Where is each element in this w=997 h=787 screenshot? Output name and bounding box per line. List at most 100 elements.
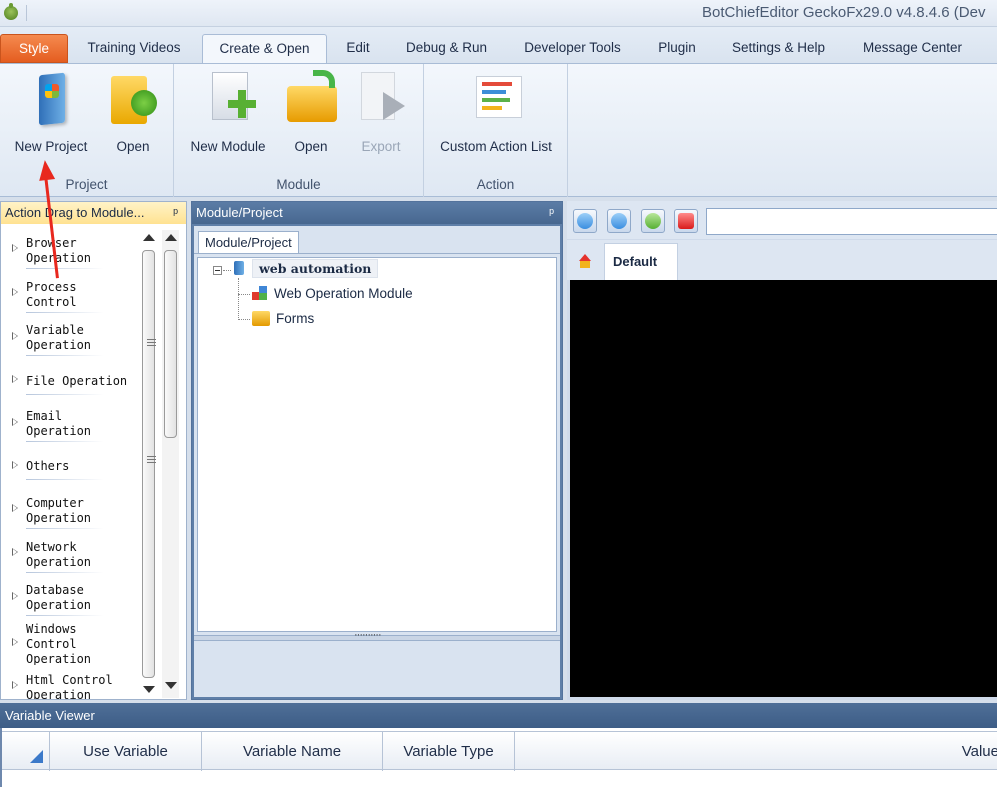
scroll-up-arrow-icon[interactable] [143,234,155,241]
open-module-button[interactable]: Open [282,68,340,154]
scroll-thumb[interactable] [142,250,156,678]
action-category-database-operation[interactable]: Database Operation [26,583,91,613]
action-category-process-control[interactable]: Process Control [26,280,77,310]
action-category-browser-operation[interactable]: Browser Operation [26,236,91,266]
annotation-arrow-head-icon [36,159,56,181]
back-button[interactable] [573,209,597,233]
expand-arrow-icon[interactable] [12,681,18,689]
browser-home-icon[interactable] [578,254,592,268]
project-icon [234,261,244,275]
export-button[interactable]: Export [352,68,410,154]
action-category-windows-control-operation[interactable]: Windows Control Operation [26,622,91,665]
action-category-variable-operation[interactable]: Variable Operation [26,323,91,353]
variable-grid: Use Variable Variable Name Variable Type… [0,728,997,787]
action-category-html-control-operation[interactable]: Html Control Operation [26,673,113,699]
item-divider [26,528,104,529]
action-category-others[interactable]: Others [26,459,69,474]
tab-module-project[interactable]: Module/Project [198,231,299,254]
browser-tab-default[interactable]: Default [604,243,678,280]
variable-grid-header: Use Variable Variable Name Variable Type… [2,731,997,771]
expand-arrow-icon[interactable] [12,288,18,296]
tree-root-item[interactable]: web automation [234,259,379,278]
scroll-down-arrow-icon[interactable] [143,686,155,693]
module-project-header: Module/Project ᵖ [192,202,562,224]
new-module-icon [200,68,256,130]
expand-arrow-icon[interactable] [12,418,18,426]
open-project-button[interactable]: Open [104,68,162,154]
scroll-thumb[interactable] [164,250,177,438]
new-project-button[interactable]: New Project [6,68,96,154]
column-use-variable[interactable]: Use Variable [50,732,202,771]
module-project-body: Module/Project web automation Web Operat… [194,226,560,697]
forward-arrow-icon [611,213,627,229]
tab-settings-help[interactable]: Settings & Help [722,34,835,63]
stop-button[interactable] [674,209,698,233]
action-category-network-operation[interactable]: Network Operation [26,540,91,570]
expand-arrow-icon[interactable] [12,332,18,340]
column-variable-name[interactable]: Variable Name [202,732,383,771]
tab-create-open[interactable]: Create & Open [202,34,327,63]
app-logo-icon [4,3,18,20]
scroll-down-arrow-icon[interactable] [165,682,177,689]
group-label-module: Module [276,177,321,192]
pin-icon[interactable]: ᵖ [173,202,178,224]
column-value[interactable]: Value [515,732,997,771]
action-panel-title: Action Drag to Module... [5,205,145,220]
browser-tab-strip: Default [567,240,997,280]
expand-arrow-icon[interactable] [12,638,18,646]
project-tree: web automation Web Operation Module Form… [197,257,557,632]
expand-arrow-icon[interactable] [12,375,18,383]
action-panel: Action Drag to Module... ᵖ Browser Opera… [0,201,187,700]
item-divider [26,355,104,356]
action-category-file-operation[interactable]: File Operation [26,374,127,389]
group-label-project: Project [65,177,108,192]
tab-plugin[interactable]: Plugin [646,34,708,63]
action-list-inner-scrollbar[interactable] [140,230,157,698]
action-category-computer-operation[interactable]: Computer Operation [26,496,91,526]
expand-arrow-icon[interactable] [12,244,18,252]
tree-connector [238,319,250,320]
pin-icon[interactable]: ᵖ [549,202,554,224]
ribbon-group-module: New Module Open Export Module [174,64,424,197]
grip-icon [147,456,156,463]
forward-button[interactable] [607,209,631,233]
grip-icon [147,339,156,346]
new-project-icon [23,68,79,130]
action-list-outer-scrollbar[interactable] [162,230,179,698]
tree-item-web-operation-module[interactable]: Web Operation Module [252,286,413,301]
refresh-button[interactable] [641,209,665,233]
expand-arrow-icon[interactable] [12,504,18,512]
tab-style[interactable]: Style [0,34,68,63]
corner-triangle-icon [30,750,43,763]
ribbon-group-action: Custom Action List Action [424,64,568,197]
tab-developer-tools[interactable]: Developer Tools [512,34,633,63]
tab-training-videos[interactable]: Training Videos [75,34,193,63]
expand-arrow-icon[interactable] [12,592,18,600]
group-label-action: Action [476,177,515,192]
tab-message-center[interactable]: Message Center [850,34,975,63]
expand-arrow-icon[interactable] [12,548,18,556]
tab-debug-run[interactable]: Debug & Run [395,34,498,63]
module-icon [252,286,268,300]
custom-action-list-button[interactable]: Custom Action List [432,68,560,154]
window-title: BotChiefEditor GeckoFx29.0 v4.8.4.6 (Dev [702,4,986,21]
action-category-email-operation[interactable]: Email Operation [26,409,91,439]
browser-panel: Default [567,201,997,700]
url-input[interactable] [706,208,997,235]
folder-open-icon [105,68,161,130]
item-divider [26,268,104,269]
column-variable-type[interactable]: Variable Type [383,732,515,771]
tree-item-forms[interactable]: Forms [252,311,314,326]
select-all-corner[interactable] [2,732,50,771]
title-separator [26,5,27,21]
collapse-toggle-icon[interactable] [213,266,222,275]
panel-splitter[interactable]: ·········· [194,629,560,641]
tab-edit[interactable]: Edit [334,34,382,63]
ribbon-group-project: New Project Open Project [0,64,174,197]
expand-arrow-icon[interactable] [12,461,18,469]
new-module-button[interactable]: New Module [184,68,272,154]
export-icon [353,68,409,130]
browser-viewport[interactable] [570,280,997,697]
scroll-up-arrow-icon[interactable] [165,234,177,241]
forms-folder-icon [252,311,270,326]
